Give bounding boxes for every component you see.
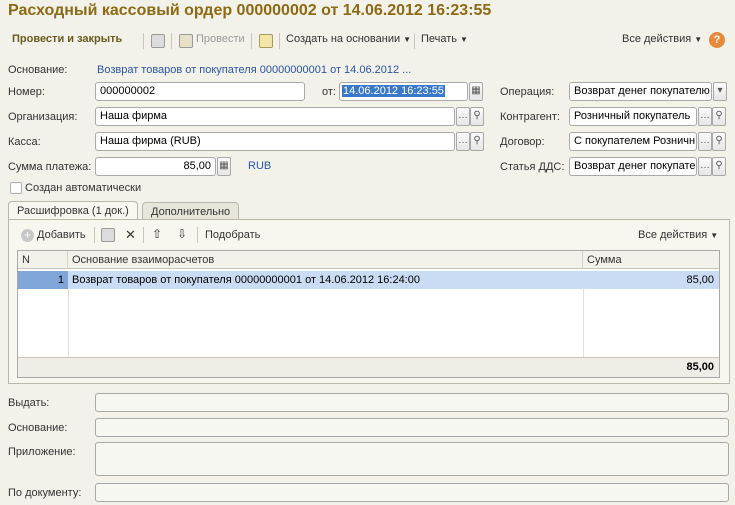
settlements-table[interactable]: N Основание взаиморасчетов Сумма 1 Возвр…	[17, 250, 720, 378]
column-divider	[583, 289, 584, 357]
table-row[interactable]: 1 Возврат товаров от покупателя 00000000…	[18, 271, 719, 289]
column-header-basis[interactable]: Основание взаиморасчетов	[68, 251, 583, 269]
date-label: от:	[322, 86, 336, 98]
attachment-field[interactable]	[95, 442, 729, 476]
post-button[interactable]: Провести	[196, 33, 245, 45]
auto-created-checkbox[interactable]	[10, 182, 22, 194]
add-icon: +	[21, 229, 34, 242]
row-number: 1	[57, 274, 64, 286]
search-icon[interactable]: ⚲	[712, 132, 726, 151]
toolbar-separator	[251, 33, 252, 49]
table-footer: 85,00	[18, 357, 719, 377]
tab-details[interactable]: Расшифровка (1 док.)	[8, 201, 138, 220]
dds-label: Статья ДДС:	[500, 161, 565, 173]
clipboard-icon[interactable]	[259, 34, 273, 48]
dds-field[interactable]: Возврат денег покупате	[569, 157, 697, 176]
auto-created-label: Создан автоматически	[25, 182, 142, 194]
search-icon[interactable]: ⚲	[712, 107, 726, 126]
basis-document-link[interactable]: Возврат товаров от покупателя 0000000000…	[97, 64, 411, 76]
toolbar-separator	[414, 33, 415, 49]
pick-button[interactable]: Подобрать	[205, 229, 260, 241]
ellipsis-button[interactable]: …	[456, 132, 470, 151]
counterparty-label: Контрагент:	[500, 111, 560, 123]
basis-bottom-label: Основание:	[8, 422, 68, 434]
issue-label: Выдать:	[8, 397, 50, 409]
search-icon[interactable]: ⚲	[470, 132, 484, 151]
toolbar-separator	[197, 227, 198, 243]
operation-field[interactable]: Возврат денег покупателю	[569, 82, 712, 101]
chevron-down-icon: ▼	[694, 35, 703, 44]
amount-label: Сумма платежа:	[8, 161, 92, 173]
search-icon[interactable]: ⚲	[712, 157, 726, 176]
toolbar-separator	[143, 227, 144, 243]
chevron-down-icon: ▼	[460, 35, 468, 44]
table-all-actions-menu[interactable]: Все действия ▼	[638, 229, 718, 241]
search-icon[interactable]: ⚲	[470, 107, 484, 126]
tab-additional[interactable]: Дополнительно	[142, 202, 240, 220]
print-label: Печать	[421, 33, 458, 45]
number-label: Номер:	[8, 86, 45, 98]
organization-field[interactable]: Наша фирма	[95, 107, 455, 126]
move-up-icon[interactable]: ⇧	[152, 227, 162, 241]
save-icon[interactable]	[151, 34, 165, 48]
by-document-label: По документу:	[8, 487, 82, 499]
organization-label: Организация:	[8, 111, 78, 123]
delete-icon[interactable]: ✕	[125, 227, 136, 243]
operation-label: Операция:	[500, 86, 555, 98]
main-toolbar: Провести и закрыть Провести Создать на о…	[0, 30, 735, 52]
amount-field[interactable]: 85,00	[95, 157, 216, 176]
date-field[interactable]: 14.06.2012 16:23:55	[339, 82, 468, 101]
ellipsis-button[interactable]: …	[698, 132, 712, 151]
copy-icon[interactable]	[101, 228, 115, 242]
add-button[interactable]: Добавить	[37, 229, 86, 241]
post-and-close-button[interactable]: Провести и закрыть	[12, 33, 122, 45]
toolbar-separator	[279, 33, 280, 49]
issue-field[interactable]	[95, 393, 729, 412]
ellipsis-button[interactable]: …	[698, 107, 712, 126]
cashbox-label: Касса:	[8, 136, 41, 148]
number-field[interactable]: 000000002	[95, 82, 305, 101]
currency-link[interactable]: RUB	[248, 160, 271, 172]
calculator-icon[interactable]: ▦	[217, 157, 231, 176]
contract-label: Договор:	[500, 136, 545, 148]
column-header-sum[interactable]: Сумма	[583, 251, 719, 269]
chevron-down-icon: ▼	[710, 231, 719, 240]
total-sum: 85,00	[686, 361, 714, 373]
row-basis: Возврат товаров от покупателя 0000000000…	[72, 274, 420, 286]
basis-label: Основание:	[8, 64, 68, 76]
create-based-on-label: Создать на основании	[286, 33, 401, 45]
ellipsis-button[interactable]: …	[456, 107, 470, 126]
date-value: 14.06.2012 16:23:55	[342, 85, 445, 97]
basis-bottom-field[interactable]	[95, 418, 729, 437]
toolbar-separator	[94, 227, 95, 243]
post-icon	[179, 34, 193, 48]
column-header-n[interactable]: N	[18, 251, 68, 269]
contract-field[interactable]: С покупателем Розничн	[569, 132, 697, 151]
table-all-actions-label: Все действия	[638, 229, 708, 241]
dropdown-button[interactable]: ▾	[713, 82, 727, 101]
window-title: Расходный кассовый ордер 000000002 от 14…	[8, 2, 492, 19]
ellipsis-button[interactable]: …	[698, 157, 712, 176]
create-based-on-menu[interactable]: Создать на основании ▼	[286, 33, 411, 45]
move-down-icon[interactable]: ⇩	[177, 227, 187, 241]
counterparty-field[interactable]: Розничный покупатель	[569, 107, 697, 126]
all-actions-menu[interactable]: Все действия ▼	[622, 33, 702, 45]
row-sum: 85,00	[686, 274, 714, 286]
help-icon[interactable]: ?	[709, 32, 725, 48]
chevron-down-icon: ▼	[403, 35, 412, 44]
column-divider	[68, 289, 69, 357]
calendar-icon[interactable]: ▦	[469, 82, 483, 101]
by-document-field[interactable]	[95, 483, 729, 502]
print-menu[interactable]: Печать ▼	[421, 33, 468, 45]
toolbar-separator	[171, 33, 172, 49]
all-actions-label: Все действия	[622, 33, 692, 45]
toolbar-separator	[143, 33, 144, 49]
attachment-label: Приложение:	[8, 446, 76, 458]
cashbox-field[interactable]: Наша фирма (RUB)	[95, 132, 455, 151]
